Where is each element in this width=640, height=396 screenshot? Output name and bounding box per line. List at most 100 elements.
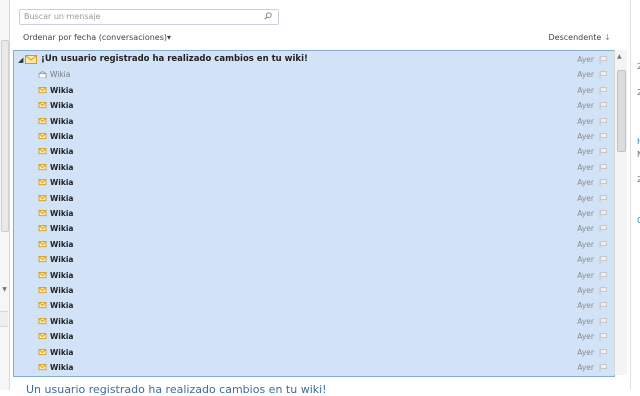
message-row[interactable]: Wikia Ayer (14, 315, 614, 330)
message-row[interactable]: Wikia Ayer (14, 269, 614, 284)
flag-icon[interactable] (599, 117, 608, 126)
message-sender: Wikia (50, 162, 74, 172)
envelope-open-icon (38, 71, 47, 79)
envelope-icon (38, 256, 47, 263)
message-row[interactable]: Wikia Ayer (14, 84, 614, 99)
message-date: Ayer (577, 316, 594, 326)
message-sender: Wikia (50, 255, 74, 265)
message-sender: Wikia (50, 209, 74, 218)
message-date: Ayer (577, 70, 594, 80)
message-sender: Wikia (50, 239, 74, 249)
message-row[interactable]: Wikia Ayer (14, 99, 614, 114)
message-list[interactable]: ◢ ¡Un usuario registrado ha realizado ca… (13, 50, 615, 377)
search-icon[interactable] (264, 12, 272, 20)
message-row[interactable]: Wikia Ayer (14, 192, 614, 207)
flag-icon[interactable] (599, 287, 608, 295)
message-date: Ayer (577, 85, 594, 95)
envelope-icon (25, 55, 37, 64)
message-row[interactable]: Wikia Ayer (14, 299, 614, 314)
conversation-header[interactable]: ◢ ¡Un usuario registrado ha realizado ca… (14, 53, 614, 68)
message-date: Ayer (577, 363, 594, 372)
message-sender: Wikia (50, 116, 74, 126)
flag-icon[interactable] (599, 179, 608, 188)
message-sender: Wikia (50, 224, 74, 234)
message-date: Ayer (577, 270, 594, 280)
message-date: Ayer (577, 162, 594, 172)
envelope-icon (38, 148, 47, 155)
message-row[interactable]: Wikia Ayer (14, 130, 614, 145)
flag-icon[interactable] (599, 240, 608, 249)
envelope-icon (38, 210, 47, 217)
message-date: Ayer (577, 301, 594, 311)
message-sender: Wikia (50, 286, 74, 295)
chevron-down-icon: ▾ (167, 33, 172, 42)
flag-icon[interactable] (599, 317, 608, 326)
envelope-icon (38, 86, 47, 93)
envelope-icon (38, 287, 47, 294)
scrollbar-thumb[interactable] (617, 70, 626, 152)
right-panel: 2 2 H N 2 C (630, 0, 640, 390)
message-sender: Wikia (50, 147, 74, 157)
envelope-icon (38, 194, 47, 201)
message-row[interactable]: Wikia Ayer (14, 207, 614, 222)
flag-icon[interactable] (599, 225, 608, 234)
flag-icon[interactable] (599, 71, 608, 80)
envelope-icon (38, 179, 47, 186)
scroll-up-arrow-icon[interactable]: ▲ (617, 53, 622, 60)
flag-icon[interactable] (599, 194, 608, 203)
message-row[interactable]: Wikia Ayer (14, 115, 614, 130)
envelope-icon (38, 317, 47, 324)
envelope-icon (38, 333, 47, 340)
message-row[interactable]: Wikia Ayer (14, 161, 614, 176)
scrollbar-thumb[interactable] (1, 40, 9, 232)
flag-icon[interactable] (599, 364, 608, 372)
message-row[interactable]: Wikia Ayer (14, 361, 614, 376)
message-date: Ayer (577, 255, 594, 265)
message-date: Ayer (577, 147, 594, 157)
message-row[interactable]: Wikia Ayer (14, 253, 614, 268)
message-row[interactable]: Wikia Ayer (14, 176, 614, 191)
message-date: Ayer (577, 101, 594, 111)
sort-by-button[interactable]: Ordenar por fecha (conversaciones)▾ (23, 33, 171, 42)
search-input[interactable]: Buscar un mensaje (19, 9, 279, 25)
folder-pane-button[interactable] (0, 311, 8, 327)
search-placeholder: Buscar un mensaje (24, 12, 101, 21)
message-row[interactable]: Wikia Ayer (14, 68, 614, 83)
flag-icon[interactable] (599, 333, 608, 342)
message-sender: Wikia (50, 347, 74, 357)
flag-icon[interactable] (599, 271, 608, 280)
flag-icon[interactable] (599, 102, 608, 111)
collapse-triangle-icon[interactable]: ◢ (18, 56, 23, 64)
flag-icon[interactable] (599, 86, 608, 95)
envelope-icon (38, 240, 47, 247)
flag-icon[interactable] (599, 56, 608, 64)
envelope-icon (38, 133, 47, 140)
message-sender: Wikia (50, 132, 74, 141)
message-list-scrollbar[interactable]: ▲ (614, 50, 627, 375)
flag-icon[interactable] (599, 133, 608, 141)
message-date: Ayer (577, 224, 594, 234)
flag-icon[interactable] (599, 348, 608, 357)
flag-icon[interactable] (599, 148, 608, 157)
envelope-icon (38, 225, 47, 232)
envelope-icon (38, 364, 47, 371)
flag-icon[interactable] (599, 302, 608, 311)
message-row[interactable]: Wikia Ayer (14, 346, 614, 361)
flag-icon[interactable] (599, 256, 608, 265)
flag-icon[interactable] (599, 210, 608, 218)
message-row[interactable]: Wikia Ayer (14, 238, 614, 253)
message-sender: Wikia (50, 70, 71, 80)
folder-pane-scrollbar[interactable]: ▼ (0, 0, 10, 390)
message-row[interactable]: Wikia Ayer (14, 284, 614, 299)
message-sender: Wikia (50, 270, 74, 280)
flag-icon[interactable] (599, 163, 608, 172)
envelope-icon (38, 117, 47, 124)
envelope-icon (38, 163, 47, 170)
arrow-down-icon: ↓ (604, 33, 611, 42)
scroll-down-arrow-icon[interactable]: ▼ (1, 286, 8, 293)
message-row[interactable]: Wikia Ayer (14, 330, 614, 345)
message-row[interactable]: Wikia Ayer (14, 222, 614, 237)
envelope-icon (38, 348, 47, 355)
sort-order-button[interactable]: Descendente ↓ (549, 33, 611, 42)
message-row[interactable]: Wikia Ayer (14, 145, 614, 160)
